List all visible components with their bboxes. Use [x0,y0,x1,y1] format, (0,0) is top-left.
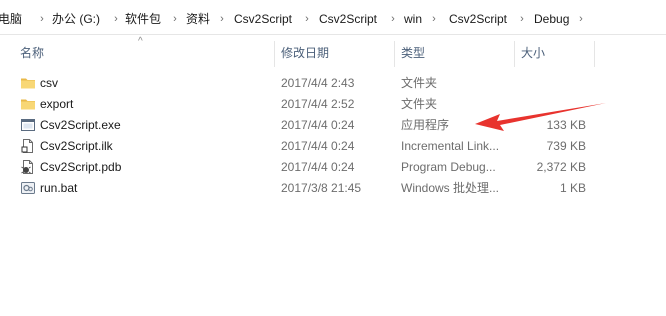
breadcrumb-item-debug[interactable]: Debug [534,11,569,27]
breadcrumb-chevron-icon[interactable]: › [389,11,397,27]
breadcrumb-item-materials[interactable]: 资料 [186,11,210,27]
breadcrumb-item-computer[interactable]: 电脑 [0,11,22,27]
file-name[interactable]: Csv2Script.pdb [40,157,268,178]
breadcrumb-item-win[interactable]: win [404,11,422,27]
file-row-bat[interactable]: run.bat 2017/3/8 21:45 Windows 批处理... 1 … [0,178,666,199]
breadcrumb-chevron-icon[interactable]: › [38,11,46,27]
file-size: 2,372 KB [536,160,586,174]
file-size: 133 KB [546,118,586,132]
file-name[interactable]: Csv2Script.exe [40,115,268,136]
file-type: 文件夹 [401,76,438,90]
column-divider[interactable] [594,41,595,67]
breadcrumb-chevron-icon[interactable]: › [171,11,179,27]
file-modified-date: 2017/4/4 2:52 [281,97,355,111]
file-row-ilk[interactable]: Csv2Script.ilk 2017/4/4 0:24 Incremental… [0,136,666,157]
file-type: 文件夹 [401,97,438,111]
debug-file-icon [21,160,33,174]
file-size: 1 KB [559,181,586,195]
file-size [520,94,586,115]
file-name[interactable]: Csv2Script.ilk [40,136,268,157]
column-divider[interactable] [274,41,275,67]
file-row-exe[interactable]: Csv2Script.exe 2017/4/4 0:24 应用程序 133 KB [0,115,666,136]
breadcrumb-item-csv2script-3[interactable]: Csv2Script [449,11,507,27]
column-header-date[interactable]: 修改日期 [281,45,329,61]
column-header-type[interactable]: 类型 [401,45,425,61]
file-type: Program Debug... [401,160,496,174]
file-modified-date: 2017/4/4 0:24 [281,160,355,174]
batch-file-icon [21,182,35,194]
file-modified-date: 2017/4/4 0:24 [281,118,355,132]
file-row-csv[interactable]: csv 2017/4/4 2:43 文件夹 [0,73,666,94]
address-bar[interactable]: 电脑 › 办公 (G:) › 软件包 › 资料 › Csv2Script › C… [0,0,666,35]
breadcrumb-chevron-icon[interactable]: › [518,11,526,27]
breadcrumb-item-drive[interactable]: 办公 (G:) [52,11,100,27]
folder-icon [21,99,35,110]
file-name[interactable]: csv [40,73,268,94]
column-header-name[interactable]: 名称 [20,45,44,61]
breadcrumb-chevron-icon[interactable]: › [112,11,120,27]
file-type: Windows 批处理... [401,181,500,195]
breadcrumb-chevron-icon[interactable]: › [303,11,311,27]
breadcrumb-chevron-icon[interactable]: › [430,11,438,27]
application-icon [21,119,35,131]
column-divider[interactable] [394,41,395,67]
file-size [520,73,586,94]
file-modified-date: 2017/3/8 21:45 [281,181,362,195]
file-row-pdb[interactable]: Csv2Script.pdb 2017/4/4 0:24 Program Deb… [0,157,666,178]
breadcrumb-chevron-icon[interactable]: › [577,11,585,27]
file-modified-date: 2017/4/4 2:43 [281,76,355,90]
file-row-export[interactable]: export 2017/4/4 2:52 文件夹 [0,94,666,115]
file-type: Incremental Link... [401,139,500,153]
column-header-size[interactable]: 大小 [521,45,545,61]
document-icon [21,139,33,153]
file-size: 739 KB [546,139,586,153]
file-type: 应用程序 [401,118,450,132]
file-name[interactable]: run.bat [40,178,268,199]
column-header-row: ^ 名称 修改日期 类型 大小 [0,35,666,67]
breadcrumb-item-software[interactable]: 软件包 [125,11,161,27]
sort-ascending-icon: ^ [138,36,143,47]
file-name[interactable]: export [40,94,268,115]
breadcrumb-item-csv2script-2[interactable]: Csv2Script [319,11,377,27]
breadcrumb-item-csv2script[interactable]: Csv2Script [234,11,292,27]
breadcrumb-chevron-icon[interactable]: › [218,11,226,27]
column-divider[interactable] [514,41,515,67]
folder-icon [21,78,35,89]
file-modified-date: 2017/4/4 0:24 [281,139,355,153]
